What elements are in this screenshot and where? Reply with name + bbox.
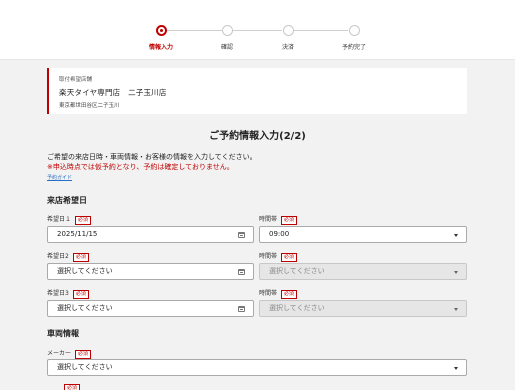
- required-badge: 必須: [72, 290, 89, 299]
- field-value: 選択してください: [57, 363, 113, 371]
- calendar-icon[interactable]: [238, 306, 245, 312]
- calendar-icon[interactable]: [238, 269, 245, 275]
- date-label-text: 希望日2: [47, 253, 69, 260]
- step-label: 予約完了: [341, 44, 366, 51]
- maker-select[interactable]: 選択してください: [47, 359, 467, 376]
- time-label-text: 時間帯: [259, 216, 278, 223]
- time-slot-1-select[interactable]: 09:00: [259, 226, 467, 243]
- required-badge: 必須: [281, 216, 298, 225]
- required-badge: 必須: [64, 384, 81, 390]
- intro-warning: ※申込時点では仮予約となり、予約は確定しておりません。: [47, 163, 234, 171]
- time-label-text: 時間帯: [259, 290, 278, 297]
- step-dot-icon: [348, 25, 360, 36]
- step-label: 決済: [281, 44, 294, 51]
- store-caption: 取付希望店舗: [59, 77, 93, 83]
- step-payment: 決済: [258, 25, 318, 51]
- field-value: 09:00: [269, 230, 290, 238]
- next-field-label: 必須: [47, 384, 81, 390]
- step-active-dot-icon: [155, 25, 167, 36]
- required-badge: 必須: [75, 350, 92, 359]
- section-title-visit-date: 来店希望日: [47, 196, 87, 205]
- intro-text: ご希望の来店日時・車両情報・お客様の情報を入力してください。 ※申込時点では仮予…: [47, 152, 257, 172]
- time-label: 時間帯 必須: [259, 214, 298, 225]
- calendar-icon[interactable]: [238, 232, 245, 238]
- step-confirm: 確認: [197, 25, 257, 51]
- required-badge: 必須: [281, 290, 298, 299]
- preferred-date-2-input[interactable]: 選択してください: [47, 263, 254, 280]
- maker-label: メーカー 必須: [47, 348, 92, 359]
- required-badge: 必須: [72, 253, 89, 262]
- required-badge: 必須: [75, 216, 92, 225]
- time-label-text: 時間帯: [259, 253, 278, 260]
- time-label: 時間帯 必須: [259, 251, 298, 262]
- step-complete: 予約完了: [324, 25, 384, 51]
- date-label-text: 希望日3: [47, 290, 69, 297]
- field-value: 選択してください: [57, 267, 113, 275]
- section-title-vehicle: 車両情報: [47, 329, 79, 338]
- date-label: 希望日2 必須: [47, 251, 89, 262]
- field-value: 選択してください: [269, 267, 325, 275]
- time-label: 時間帯 必須: [259, 288, 298, 299]
- field-value: 2025/11/15: [57, 230, 98, 238]
- date-label: 希望日１ 必須: [47, 214, 92, 225]
- chevron-down-icon: [454, 367, 458, 370]
- step-dot-icon: [221, 25, 233, 36]
- date-label-text: 希望日１: [47, 216, 72, 223]
- store-address: 東京都世田谷区二子玉川: [59, 103, 120, 109]
- step-dot-icon: [282, 25, 294, 36]
- chevron-down-icon: [454, 234, 458, 237]
- time-slot-2-select[interactable]: 選択してください: [259, 263, 467, 280]
- maker-label-text: メーカー: [47, 350, 72, 357]
- reservation-guide-link[interactable]: 予約ガイド: [47, 174, 72, 181]
- step-label: 確認: [220, 44, 233, 51]
- store-name: 楽天タイヤ専門店 二子玉川店: [59, 88, 167, 97]
- chevron-down-icon: [454, 271, 458, 274]
- preferred-date-1-input[interactable]: 2025/11/15: [47, 226, 254, 243]
- page-title: ご予約情報入力(2/2): [209, 131, 306, 142]
- step-info-input: 情報入力: [131, 25, 191, 51]
- date-label: 希望日3 必須: [47, 288, 89, 299]
- chevron-down-icon: [454, 308, 458, 311]
- intro-line: ご希望の来店日時・車両情報・お客様の情報を入力してください。: [47, 153, 257, 161]
- preferred-date-3-input[interactable]: 選択してください: [47, 300, 254, 317]
- step-progress-bar: 情報入力 確認 決済 予約完了: [0, 0, 515, 60]
- field-value: 選択してください: [269, 304, 325, 312]
- step-label: 情報入力: [148, 44, 173, 51]
- required-badge: 必須: [281, 253, 298, 262]
- field-value: 選択してください: [57, 304, 113, 312]
- store-info-card: 取付希望店舗 楽天タイヤ専門店 二子玉川店 東京都世田谷区二子玉川: [47, 68, 467, 114]
- time-slot-3-select[interactable]: 選択してください: [259, 300, 467, 317]
